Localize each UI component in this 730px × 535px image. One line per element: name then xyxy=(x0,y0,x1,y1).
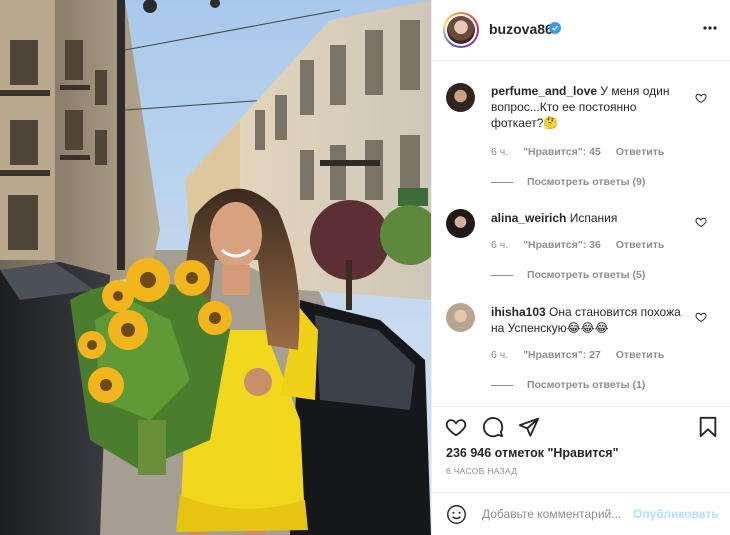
commenter-avatar[interactable] xyxy=(446,209,475,238)
comment-body: Испания xyxy=(569,211,618,225)
heart-icon[interactable] xyxy=(695,216,707,228)
view-replies-label: Посмотреть ответы (9) xyxy=(527,176,646,188)
author-username[interactable]: buzova86 xyxy=(489,21,553,37)
more-options-icon[interactable] xyxy=(702,20,718,36)
post-photo[interactable] xyxy=(0,0,431,535)
view-replies-button[interactable]: Посмотреть ответы (1) xyxy=(491,379,645,391)
comment-text-block: ihisha103 Она становится похожа на Успен… xyxy=(491,304,691,336)
view-replies-label: Посмотреть ответы (5) xyxy=(527,269,646,281)
post-timestamp[interactable]: 6 ЧАСОВ НАЗАД xyxy=(446,466,517,476)
view-replies-button[interactable]: Посмотреть ответы (5) xyxy=(491,269,645,281)
comment-meta: 6 ч. "Нравится": 36 Ответить xyxy=(491,239,676,251)
comment-username[interactable]: perfume_and_love xyxy=(491,84,597,98)
comment-meta: 6 ч. "Нравится": 45 Ответить xyxy=(491,146,676,158)
comment-likes[interactable]: "Нравится": 36 xyxy=(523,239,601,251)
publish-button[interactable]: Опубликовать xyxy=(633,507,719,521)
comment-likes[interactable]: "Нравится": 45 xyxy=(523,146,601,158)
comment-input[interactable] xyxy=(482,505,632,523)
heart-icon[interactable] xyxy=(695,92,707,104)
verified-badge-icon xyxy=(549,22,561,34)
comment-username[interactable]: ihisha103 xyxy=(491,305,546,319)
replies-divider xyxy=(491,274,513,276)
post-actions-bar xyxy=(432,406,730,446)
view-replies-label: Посмотреть ответы (1) xyxy=(527,379,646,391)
likes-count[interactable]: 236 946 отметок "Нравится" xyxy=(446,446,619,460)
commenter-avatar[interactable] xyxy=(446,303,475,332)
comment-icon[interactable] xyxy=(482,416,504,438)
reply-button[interactable]: Ответить xyxy=(616,146,665,158)
bookmark-icon[interactable] xyxy=(697,416,719,438)
heart-icon[interactable] xyxy=(445,416,467,438)
reply-button[interactable]: Ответить xyxy=(616,349,665,361)
comment-username[interactable]: alina_weirich xyxy=(491,211,566,225)
comments-list[interactable]: perfume_and_love У меня один вопрос...Кт… xyxy=(432,61,730,406)
replies-divider xyxy=(491,384,513,386)
heart-icon[interactable] xyxy=(695,311,707,323)
reply-button[interactable]: Ответить xyxy=(616,239,665,251)
emoji-icon[interactable] xyxy=(446,504,467,525)
replies-divider xyxy=(491,181,513,183)
share-icon[interactable] xyxy=(518,416,540,438)
comment-likes[interactable]: "Нравится": 27 xyxy=(523,349,601,361)
comment-text-block: perfume_and_love У меня один вопрос...Кт… xyxy=(491,83,691,131)
comment-time[interactable]: 6 ч. xyxy=(491,239,508,251)
add-comment-bar: Опубликовать xyxy=(432,492,730,535)
comment-text-block: alina_weirich Испания xyxy=(491,210,691,226)
post-header: buzova86 xyxy=(432,0,730,61)
view-replies-button[interactable]: Посмотреть ответы (9) xyxy=(491,176,645,188)
commenter-avatar[interactable] xyxy=(446,83,475,112)
post-details-panel: buzova86 perfume_and_love У меня один во… xyxy=(431,0,730,535)
author-avatar[interactable] xyxy=(443,12,479,48)
comment-meta: 6 ч. "Нравится": 27 Ответить xyxy=(491,349,676,361)
comment-time[interactable]: 6 ч. xyxy=(491,349,508,361)
comment-time[interactable]: 6 ч. xyxy=(491,146,508,158)
